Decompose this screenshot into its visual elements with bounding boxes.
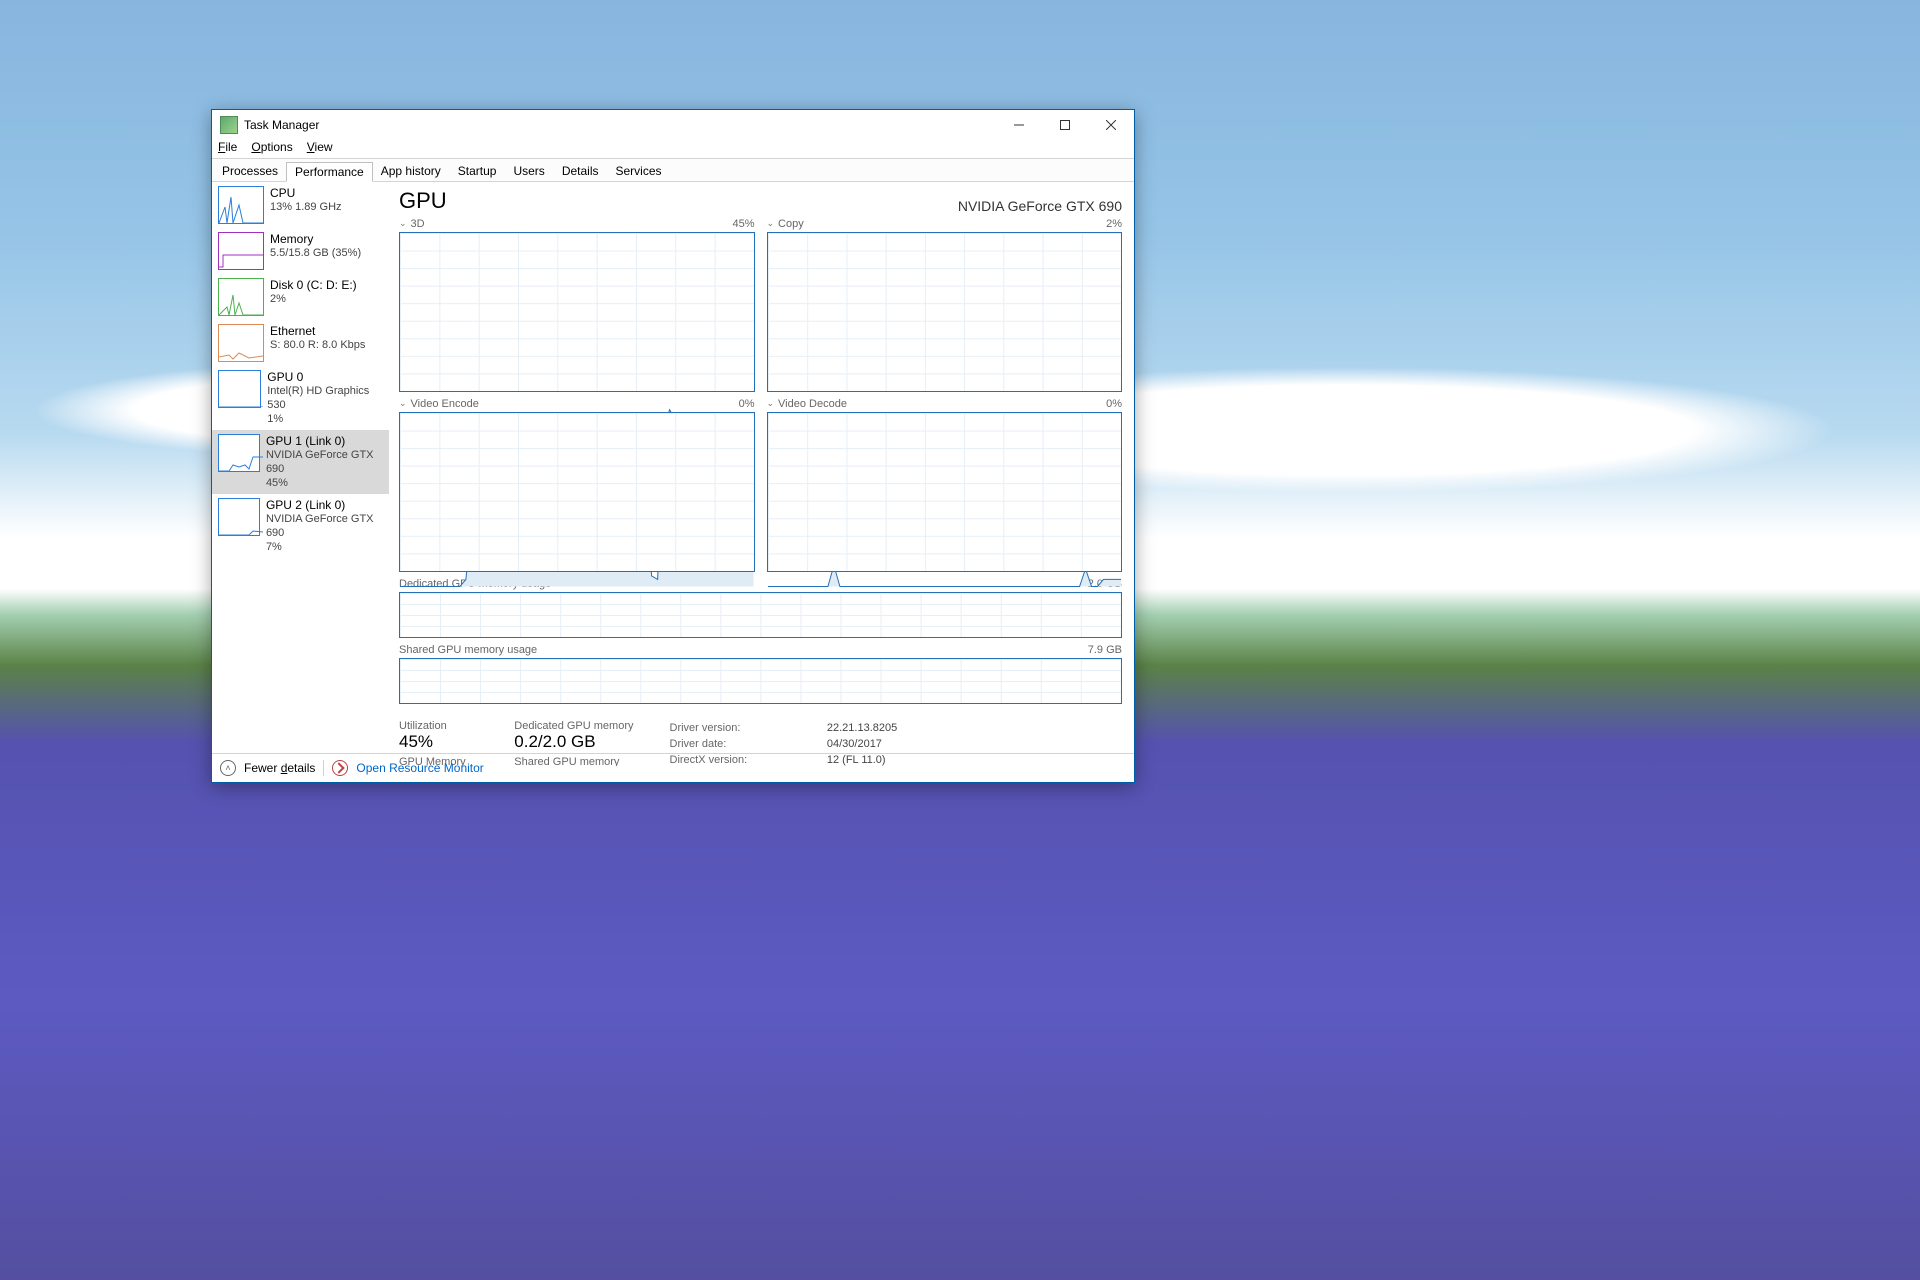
open-resource-monitor-link[interactable]: Open Resource Monitor	[356, 761, 483, 775]
chart-video-encode	[399, 412, 755, 572]
engine-label-copy: Copy	[778, 218, 804, 230]
engine-label-3d: 3D	[411, 218, 425, 230]
menu-view[interactable]: View	[307, 140, 333, 158]
menu-options[interactable]: Options	[251, 140, 292, 158]
chevron-up-icon[interactable]: ˄	[220, 760, 236, 776]
thumbnail	[218, 278, 264, 316]
sidebar[interactable]: CPU13% 1.89 GHzMemory5.5/15.8 GB (35%)Di…	[212, 182, 389, 766]
desktop-wallpaper: Task Manager File Options View Processes…	[0, 0, 1920, 1280]
tab-strip: ProcessesPerformanceApp historyStartupUs…	[212, 158, 1134, 182]
menu-file[interactable]: File	[218, 140, 237, 158]
maximize-icon	[1060, 120, 1070, 130]
engine-pct-3d: 45%	[732, 218, 754, 230]
sidebar-item-gpu[interactable]: GPU 1 (Link 0)NVIDIA GeForce GTX 69045%	[212, 430, 389, 494]
thumbnail	[218, 186, 264, 224]
page-title: GPU	[399, 188, 447, 214]
sidebar-item-gpu[interactable]: GPU 0Intel(R) HD Graphics 5301%	[212, 366, 389, 430]
tab-startup[interactable]: Startup	[449, 161, 506, 181]
sidebar-item-cpu[interactable]: CPU13% 1.89 GHz	[212, 182, 389, 228]
minimize-button[interactable]	[996, 110, 1042, 140]
thumbnail	[218, 370, 261, 408]
close-icon	[1106, 120, 1116, 130]
tab-services[interactable]: Services	[607, 161, 671, 181]
resource-monitor-icon	[332, 760, 348, 776]
app-icon	[220, 116, 238, 134]
tab-app-history[interactable]: App history	[372, 161, 450, 181]
window-title: Task Manager	[244, 118, 996, 132]
chart-video-decode	[767, 412, 1123, 572]
gpu-name: NVIDIA GeForce GTX 690	[958, 198, 1122, 214]
tab-details[interactable]: Details	[553, 161, 608, 181]
chevron-down-icon[interactable]: ⌄	[399, 218, 407, 230]
sidebar-item-memory[interactable]: Memory5.5/15.8 GB (35%)	[212, 228, 389, 274]
minimize-icon	[1014, 120, 1024, 130]
tab-performance[interactable]: Performance	[286, 162, 373, 182]
thumbnail	[218, 498, 260, 536]
task-manager-window: Task Manager File Options View Processes…	[211, 109, 1135, 783]
chart-dedicated-memory	[399, 592, 1122, 638]
chart-shared-memory	[399, 658, 1122, 704]
thumbnail	[218, 434, 260, 472]
engine-pct-copy: 2%	[1106, 218, 1122, 230]
tab-users[interactable]: Users	[504, 161, 553, 181]
chart-copy	[767, 232, 1123, 392]
separator	[323, 760, 324, 776]
footer: ˄ Fewer details Open Resource Monitor	[212, 753, 1134, 782]
sidebar-item-gpu[interactable]: GPU 2 (Link 0)NVIDIA GeForce GTX 6907%	[212, 494, 389, 558]
close-button[interactable]	[1088, 110, 1134, 140]
titlebar[interactable]: Task Manager	[212, 110, 1134, 140]
thumbnail	[218, 232, 264, 270]
thumbnail	[218, 324, 264, 362]
main-panel: GPU NVIDIA GeForce GTX 690 ⌄3D45% ⌄Copy2…	[389, 182, 1134, 766]
maximize-button[interactable]	[1042, 110, 1088, 140]
sidebar-item-ethernet[interactable]: EthernetS: 80.0 R: 8.0 Kbps	[212, 320, 389, 366]
chart-3d	[399, 232, 755, 392]
menu-bar: File Options View	[212, 140, 1134, 158]
sidebar-item-disk[interactable]: Disk 0 (C: D: E:)2%	[212, 274, 389, 320]
tab-processes[interactable]: Processes	[213, 161, 287, 181]
chevron-down-icon[interactable]: ⌄	[767, 218, 775, 230]
fewer-details-link[interactable]: Fewer details	[244, 761, 315, 775]
